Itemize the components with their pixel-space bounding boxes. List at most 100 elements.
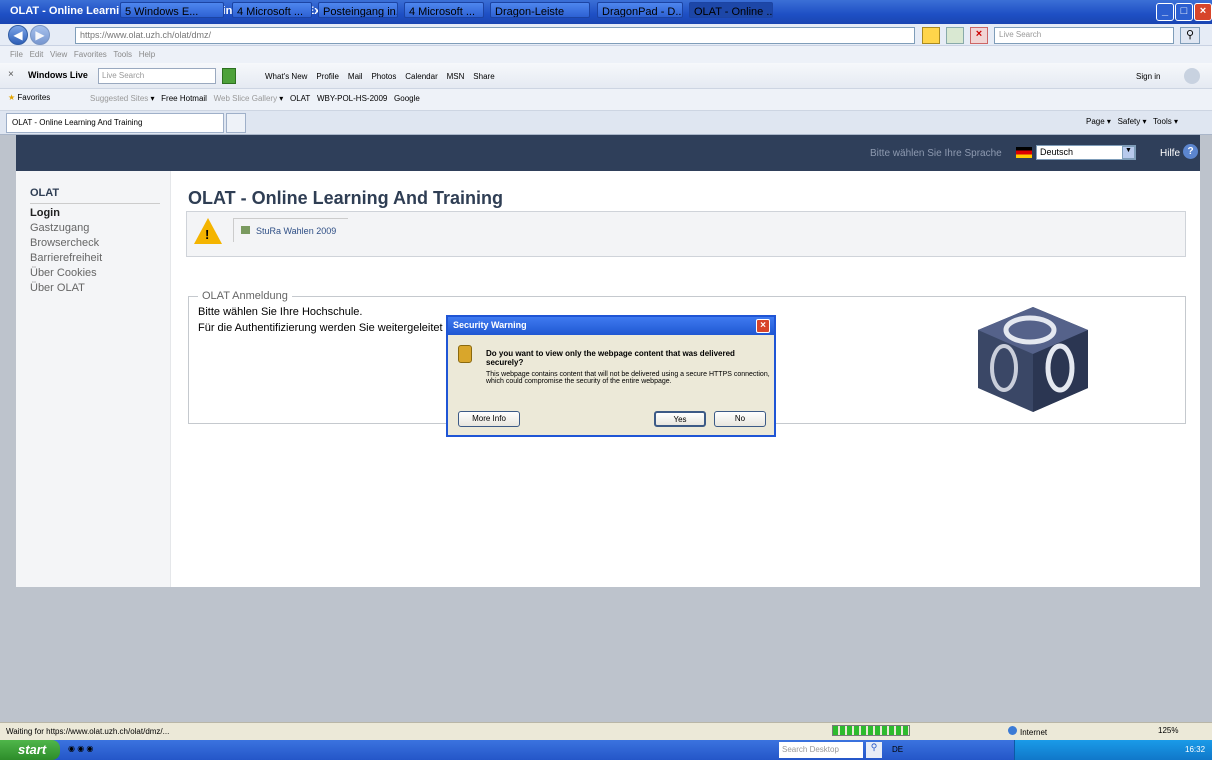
menu-view[interactable]: View [50, 50, 67, 59]
login-instruction: Bitte wählen Sie Ihre Hochschule. [198, 306, 363, 318]
dialog-question: Do you want to view only the webpage con… [486, 349, 735, 367]
login-legend: OLAT Anmeldung [198, 290, 292, 302]
sidebar-item-cookies[interactable]: Über Cookies [30, 266, 170, 281]
address-bar[interactable]: https://www.olat.uzh.ch/olat/dmz/ [75, 27, 915, 44]
warning-mark: ! [205, 227, 210, 242]
more-info-button[interactable]: More Info [458, 411, 520, 427]
forward-button[interactable]: ▶ [30, 25, 50, 45]
task-posteingang[interactable]: Posteingang in... [318, 2, 398, 18]
help-link[interactable]: Hilfe [1160, 148, 1180, 159]
security-zone[interactable]: Internet [1008, 726, 1047, 737]
system-tray [1014, 740, 1212, 760]
sidebar-item-ueber-olat[interactable]: Über OLAT [30, 281, 170, 296]
language-prompt: Bitte wählen Sie Ihre Sprache [870, 148, 1002, 159]
menu-file[interactable]: File [10, 50, 23, 59]
padlock-icon [458, 345, 472, 363]
minimize-button[interactable]: _ [1156, 3, 1174, 21]
link-profile[interactable]: Profile [316, 72, 339, 81]
notice-text: StuRa Wahlen 2009 [256, 226, 337, 236]
search-desktop-input[interactable]: Search Desktop [779, 742, 863, 758]
german-flag-icon [1016, 147, 1032, 158]
fav-wby-pol[interactable]: WBY-POL-HS-2009 [317, 94, 387, 103]
messenger-icon[interactable] [1184, 68, 1200, 84]
status-text: Waiting for https://www.olat.uzh.ch/olat… [6, 727, 170, 736]
sidebar: OLAT Login Gastzugang Browsercheck Barri… [30, 186, 170, 296]
favorites-label: Favorites [17, 93, 51, 102]
desktop-search-icon[interactable]: ⚲ [866, 742, 882, 758]
live-search-button[interactable] [222, 68, 236, 84]
menu-help[interactable]: Help [139, 50, 155, 59]
toolbar-links: What's New Profile Mail Photos Calendar … [265, 72, 495, 81]
link-whats-new[interactable]: What's New [265, 72, 307, 81]
close-toolbar-icon[interactable]: × [8, 69, 14, 80]
search-desktop-placeholder: Search Desktop [782, 745, 839, 754]
news-icon [241, 226, 250, 234]
tab-olat[interactable]: OLAT - Online Learning And Training [6, 113, 224, 133]
yes-button[interactable]: Yes [654, 411, 706, 427]
fav-free-hotmail[interactable]: Free Hotmail [161, 94, 207, 103]
fav-web-slice-gallery[interactable]: Web Slice Gallery [214, 94, 277, 103]
dialog-close-button[interactable]: × [756, 319, 770, 333]
olat-cube-logo [978, 307, 1088, 412]
link-mail[interactable]: Mail [348, 72, 363, 81]
address-text: https://www.olat.uzh.ch/olat/dmz/ [80, 30, 212, 40]
maximize-button[interactable]: □ [1175, 3, 1193, 21]
chevron-down-icon[interactable]: ▼ [1122, 146, 1135, 159]
task-microsoft-1[interactable]: 4 Microsoft ... [232, 2, 312, 18]
task-dragonpad[interactable]: DragonPad - D... [597, 2, 683, 18]
notice-link[interactable]: StuRa Wahlen 2009 [233, 218, 348, 242]
page-menu[interactable]: Page [1086, 117, 1105, 126]
search-box[interactable]: Live Search [994, 27, 1174, 44]
progress-bar [832, 725, 910, 736]
fav-suggested-sites[interactable]: Suggested Sites [90, 94, 148, 103]
close-window-button[interactable]: × [1194, 3, 1212, 21]
tools-menu[interactable]: Tools [1153, 117, 1172, 126]
tab-label: OLAT - Online Learning And Training [12, 118, 143, 127]
sidebar-divider [30, 203, 160, 204]
sidebar-item-barrierefreiheit[interactable]: Barrierefreiheit [30, 251, 170, 266]
link-share[interactable]: Share [473, 72, 494, 81]
link-calendar[interactable]: Calendar [405, 72, 437, 81]
lock-icon[interactable] [922, 27, 940, 44]
back-button[interactable]: ◀ [8, 25, 28, 45]
login-redirect-text: Für die Authentifizierung werden Sie wei… [198, 322, 443, 334]
menu-tools[interactable]: Tools [113, 50, 132, 59]
stop-icon[interactable]: × [970, 27, 988, 44]
favorites-button[interactable]: ★ Favorites [8, 93, 50, 102]
task-windows-explorer[interactable]: 5 Windows E... [120, 2, 224, 18]
task-microsoft-2[interactable]: 4 Microsoft ... [404, 2, 484, 18]
sidebar-title: OLAT [30, 187, 60, 199]
refresh-icon[interactable] [946, 27, 964, 44]
menu-favorites[interactable]: Favorites [74, 50, 107, 59]
task-olat[interactable]: OLAT - Online ... [689, 2, 773, 18]
sidebar-item-login[interactable]: Login [30, 206, 170, 221]
search-icon[interactable]: ⚲ [1180, 27, 1200, 44]
menu-bar: File Edit View Favorites Tools Help [0, 46, 1212, 63]
start-button[interactable]: start [0, 740, 60, 760]
quick-launch[interactable]: ◉ ◉ ◉ [68, 744, 112, 756]
language-indicator[interactable]: DE [892, 745, 903, 754]
sign-in-link[interactable]: Sign in [1136, 72, 1160, 81]
fav-google[interactable]: Google [394, 94, 420, 103]
safety-menu[interactable]: Safety [1118, 117, 1141, 126]
task-dragon-leiste[interactable]: Dragon-Leiste [490, 2, 590, 18]
fav-olat[interactable]: OLAT [290, 94, 310, 103]
start-label: start [18, 742, 47, 757]
help-icon[interactable]: ? [1183, 144, 1198, 159]
security-warning-dialog: Security Warning × Do you want to view o… [446, 315, 776, 437]
sidebar-item-gastzugang[interactable]: Gastzugang [30, 221, 170, 236]
link-photos[interactable]: Photos [371, 72, 396, 81]
menu-edit[interactable]: Edit [30, 50, 44, 59]
windows-live-brand[interactable]: Windows Live [28, 70, 88, 80]
command-bar: Page ▾ Safety ▾ Tools ▾ [1086, 117, 1178, 126]
live-search-input[interactable]: Live Search [98, 68, 216, 84]
live-search-placeholder: Live Search [102, 71, 145, 80]
sidebar-item-browsercheck[interactable]: Browsercheck [30, 236, 170, 251]
language-select[interactable]: Deutsch [1036, 145, 1136, 160]
dialog-title-bar: Security Warning [448, 317, 774, 335]
zoom-level[interactable]: 125% [1158, 726, 1178, 735]
link-msn[interactable]: MSN [447, 72, 465, 81]
new-tab-button[interactable] [226, 113, 246, 133]
clock: 16:32 [1185, 745, 1206, 754]
no-button[interactable]: No [714, 411, 766, 427]
